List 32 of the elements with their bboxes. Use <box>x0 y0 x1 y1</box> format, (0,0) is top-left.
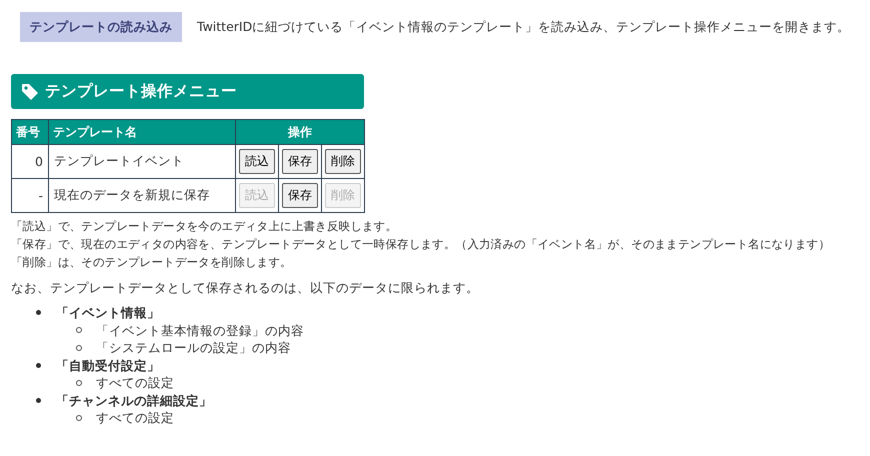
list-item: 「自動受付設定」 <box>56 356 160 374</box>
column-header: 番号 <box>12 120 48 144</box>
tag-icon <box>21 82 39 100</box>
table-cell: テンプレートイベント <box>48 144 236 178</box>
bullet-icon <box>76 327 82 334</box>
column-header: 操作 <box>236 120 364 144</box>
list-item: すべての設定 <box>96 374 174 392</box>
list-item: 「チャンネルの詳細設定」 <box>56 392 212 409</box>
action-button[interactable]: 読込 <box>239 149 275 174</box>
menu-title: テンプレート操作メニュー <box>45 81 237 102</box>
note-text: 「保存」で、現在のエディタの内容を、テンプレートデータとして一時保存します。（入力済みの「イベント名」が、そのままテンプレート名になります） <box>11 236 832 253</box>
action-button[interactable]: 削除 <box>325 149 361 174</box>
bullet-icon <box>76 344 82 351</box>
action-button[interactable]: 保存 <box>282 149 318 174</box>
bullet-icon <box>36 310 41 316</box>
bullet-icon <box>76 380 82 386</box>
table-cell: 現在のデータを新規に保存 <box>48 178 236 212</box>
load-description: TwitterIDに紐づけている「イベント情報のテンプレート」を読み込み、テンプレート操作メニューを開きます。 <box>197 18 850 36</box>
note-text: 「削除」は、そのテンプレートデータを削除します。 <box>11 254 293 271</box>
bullet-icon <box>36 362 41 368</box>
action-button[interactable]: 保存 <box>282 183 318 208</box>
column-header: テンプレート名 <box>48 120 236 144</box>
list-item: 「イベント情報」 <box>56 304 160 322</box>
table-cell: 0 <box>12 144 48 178</box>
bullet-icon <box>36 398 41 403</box>
saved-intro: なお、テンプレートデータとして保存されるのは、以下のデータに限られます。 <box>11 280 480 297</box>
bullet-icon <box>76 414 82 421</box>
list-item: 「イベント基本情報の登録」の内容 <box>96 322 304 339</box>
list-item: すべての設定 <box>96 409 174 426</box>
list-item: 「システムロールの設定」の内容 <box>96 339 291 356</box>
note-text: 「読込」で、テンプレートデータを今のエディタ上に上書き反映します。 <box>11 218 398 235</box>
table-cell: - <box>12 178 48 212</box>
